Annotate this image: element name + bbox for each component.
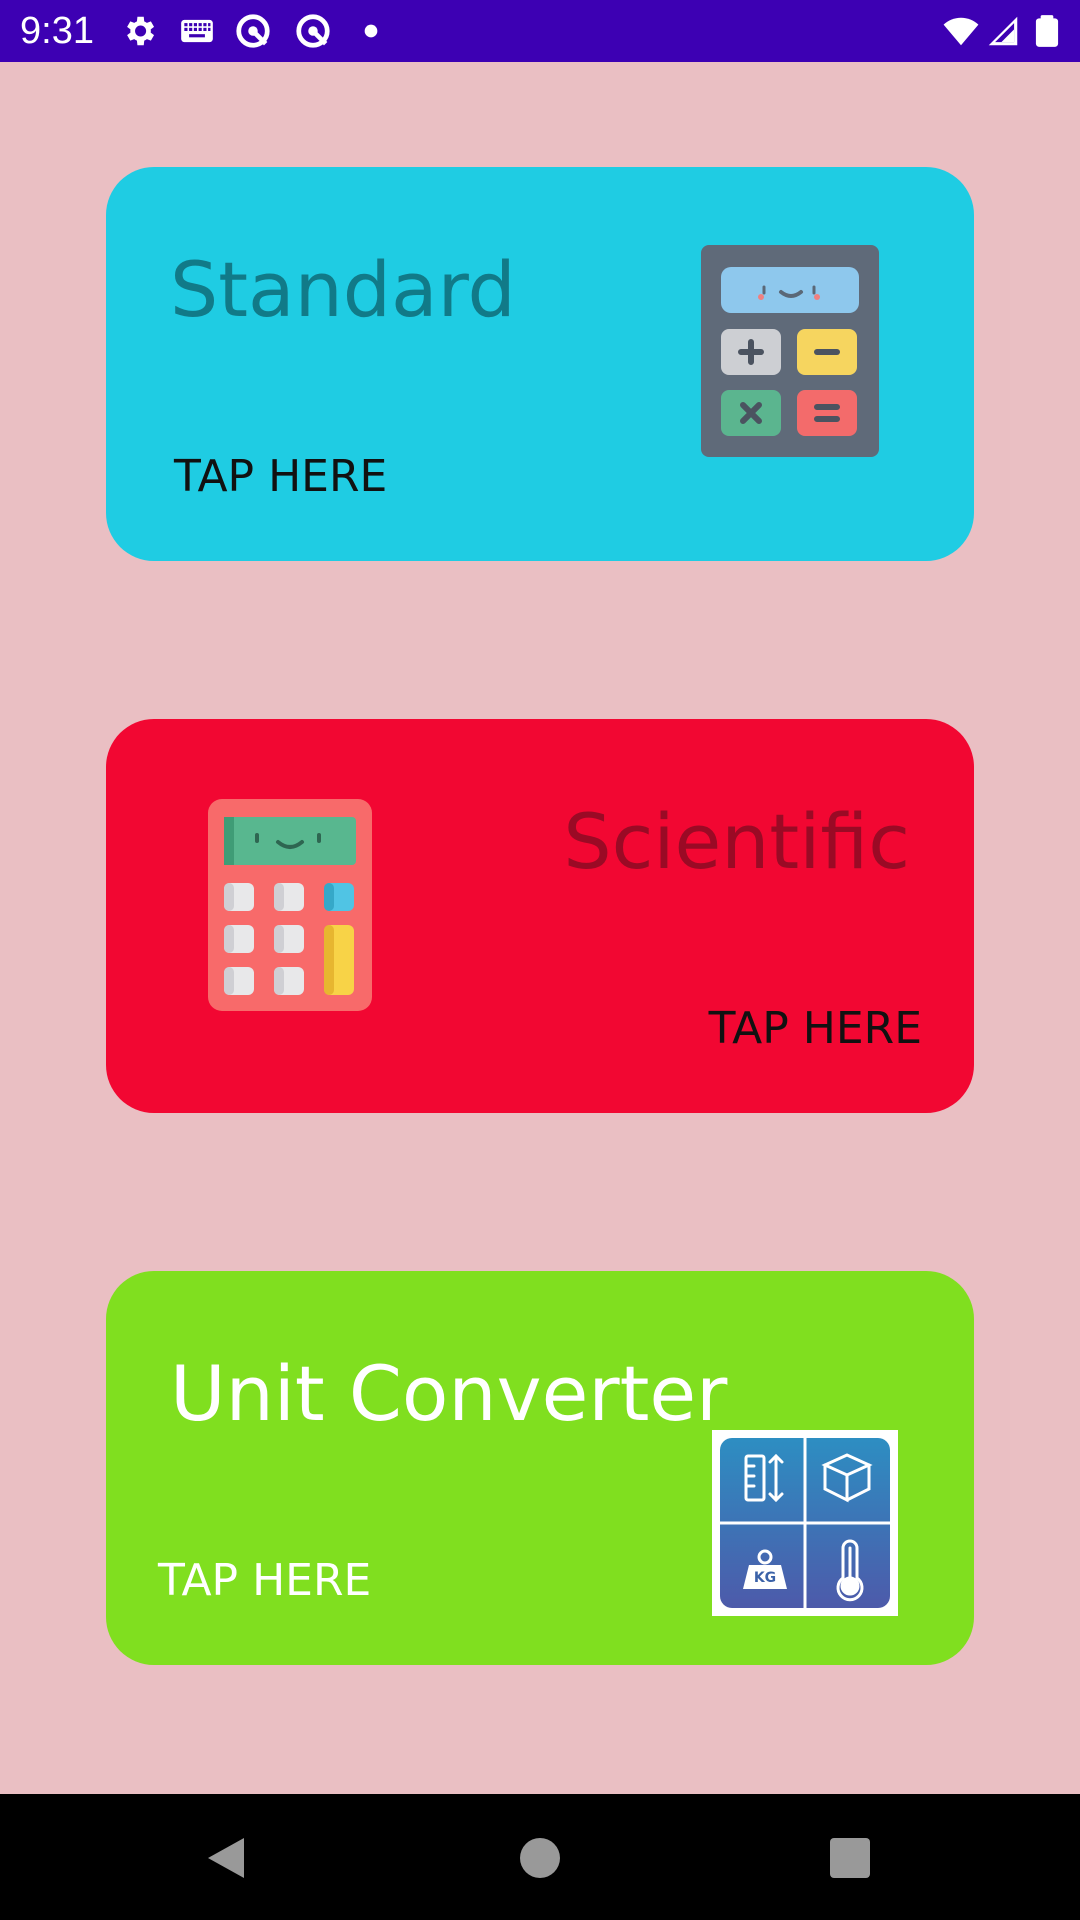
back-icon[interactable] xyxy=(196,1828,256,1888)
scientific-calculator-icon xyxy=(208,799,372,1011)
home-icon[interactable] xyxy=(510,1828,570,1888)
status-time: 9:31 xyxy=(20,10,94,52)
sync-icon xyxy=(294,12,332,50)
sync-icon xyxy=(234,12,272,50)
unit-converter-icon: KG xyxy=(712,1430,898,1616)
unit-converter-tap-here-button[interactable]: TAP HERE xyxy=(158,1555,371,1607)
recents-icon[interactable] xyxy=(820,1828,880,1888)
dot-icon xyxy=(352,12,390,50)
scientific-tap-here-button[interactable]: TAP HERE xyxy=(709,1003,922,1055)
standard-card-title: Standard xyxy=(170,245,516,334)
calculator-icon xyxy=(701,245,879,457)
status-bar: 9:31 xyxy=(0,0,1080,62)
unit-converter-card-title: Unit Converter xyxy=(170,1349,728,1438)
standard-calculator-card[interactable]: Standard TAP HERE xyxy=(106,167,974,561)
unit-converter-card[interactable]: Unit Converter TAP HERE KG xyxy=(106,1271,974,1665)
navigation-bar xyxy=(0,1794,1080,1920)
scientific-calculator-card[interactable]: Scientific TAP HERE xyxy=(106,719,974,1113)
signal-icon xyxy=(984,12,1022,50)
battery-icon xyxy=(1028,12,1066,50)
scientific-card-title: Scientific xyxy=(563,797,910,886)
wifi-icon xyxy=(942,12,980,50)
gear-icon xyxy=(120,12,158,50)
svg-text:KG: KG xyxy=(754,1570,776,1586)
standard-tap-here-button[interactable]: TAP HERE xyxy=(174,451,387,503)
keyboard-icon xyxy=(178,12,216,50)
